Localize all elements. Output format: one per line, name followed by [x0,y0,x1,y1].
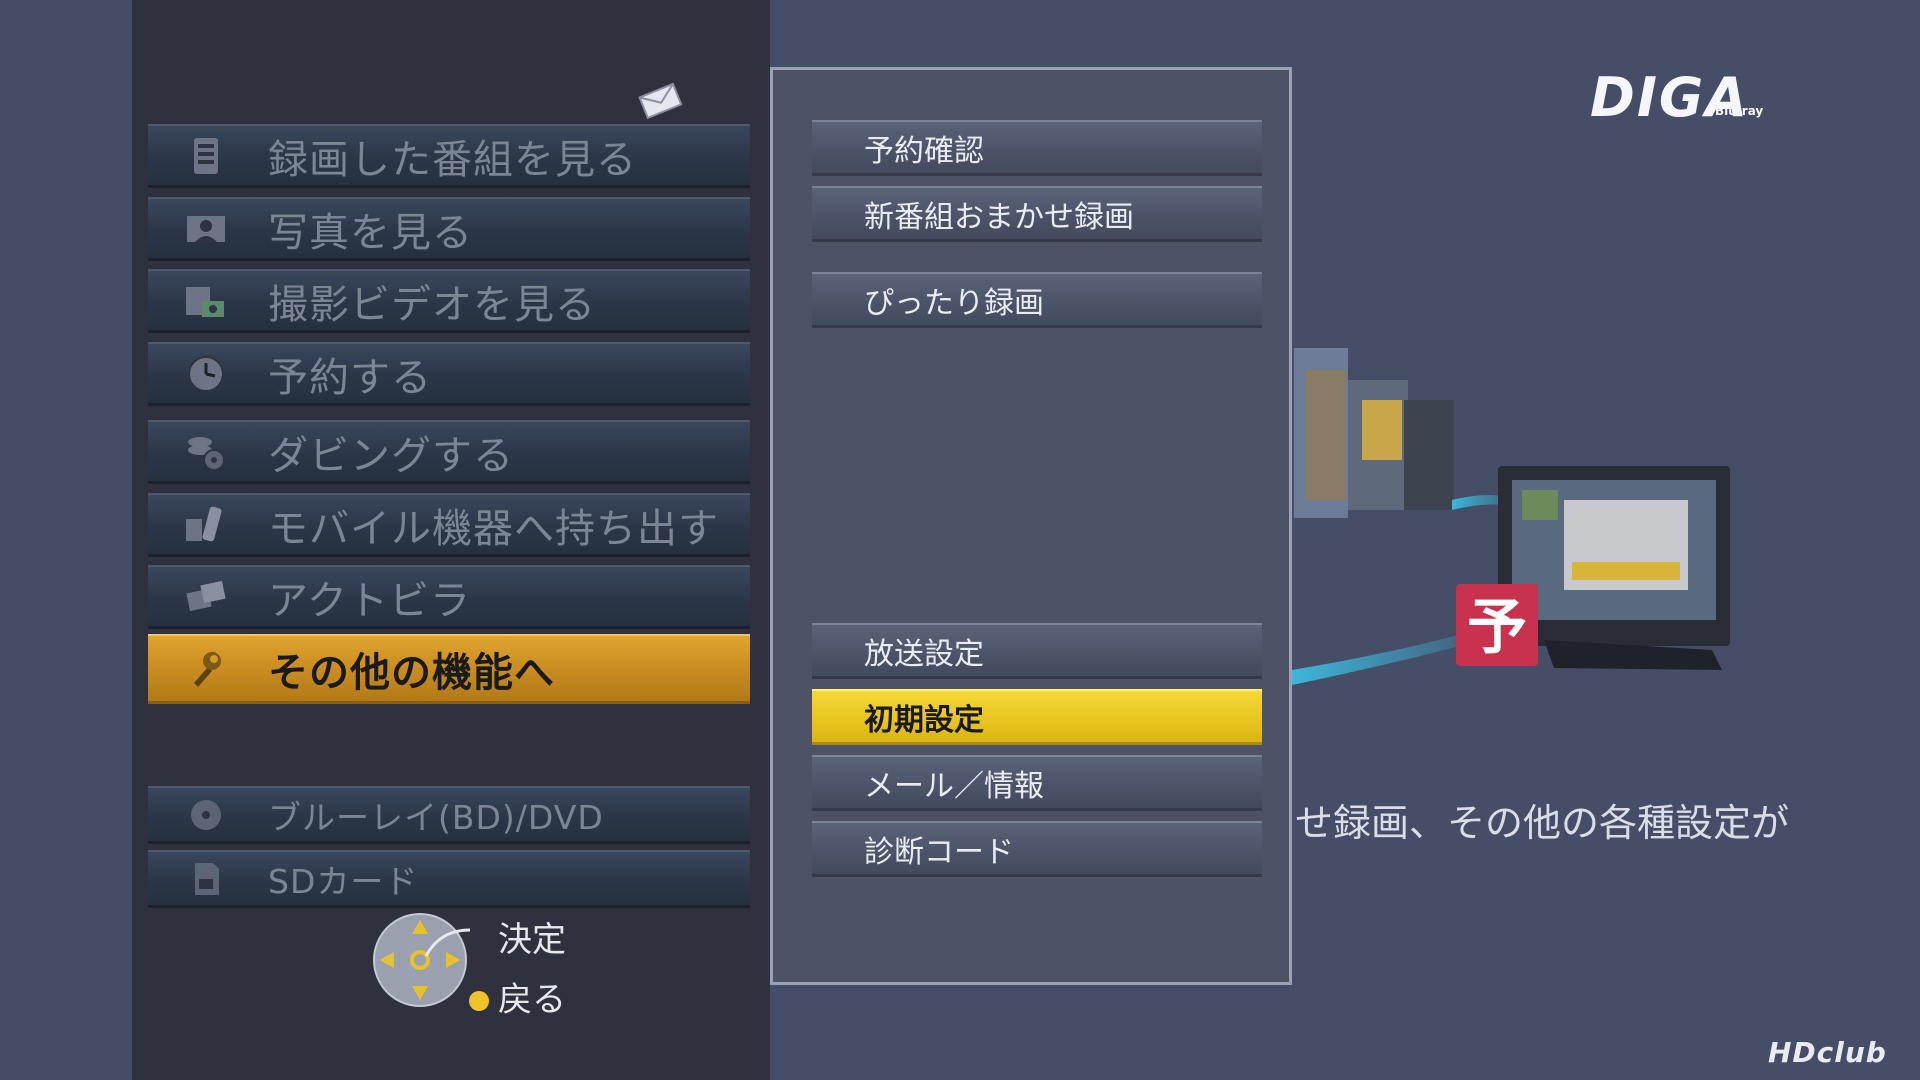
recording-icon [184,134,228,178]
dpad-icon [373,913,471,1007]
menu-item-actvila[interactable]: アクトビラ [148,565,750,629]
menu-item-label: 予約する [268,354,432,401]
menu-item-bd-dvd[interactable]: ブルーレイ(BD)/DVD [148,786,750,844]
menu-item-label: アクトビラ [268,577,471,624]
menu-item-label: SDカード [268,861,419,901]
feature-illustration: 予 [1292,340,1752,714]
menu-item-label: 撮影ビデオを見る [268,281,596,328]
menu-item-label: ダビングする [268,432,514,479]
video-camera-icon [184,279,228,323]
menu-item-label: 録画した番組を見る [268,136,637,183]
menu-item-recorded-programs[interactable]: 録画した番組を見る [148,124,750,188]
submenu-item-label: ぴったり録画 [864,285,1044,321]
menu-item-videos[interactable]: 撮影ビデオを見る [148,269,750,333]
submenu-item-new-program-auto-record[interactable]: 新番組おまかせ録画 [812,186,1262,242]
submenu-panel: 予約確認 新番組おまかせ録画 ぴったり録画 放送設定 初期設定 メール／情報 診… [770,67,1292,985]
submenu-item-mail-info[interactable]: メール／情報 [812,755,1262,811]
back-label: 戻る [498,980,566,1020]
description-text: せ録画、その他の各種設定が [1295,801,1790,845]
submenu-item-label: メール／情報 [864,768,1044,804]
submenu-item-label: 診断コード [864,834,1014,870]
menu-item-dubbing[interactable]: ダビングする [148,420,750,484]
sd-card-icon [184,857,228,901]
mail-notification-icon [636,80,684,124]
submenu-item-initial-settings[interactable]: 初期設定 [812,689,1262,745]
menu-item-mobile[interactable]: モバイル機器へ持ち出す [148,493,750,557]
disc-icon [184,793,228,837]
submenu-item-reservation-check[interactable]: 予約確認 [812,120,1262,176]
tools-icon [184,647,228,691]
menu-item-label: ブルーレイ(BD)/DVD [268,797,604,837]
submenu-item-label: 予約確認 [864,133,984,169]
menu-item-label: その他の機能へ [268,649,555,696]
menu-item-label: モバイル機器へ持ち出す [268,505,719,552]
menu-item-other-functions[interactable]: その他の機能へ [148,634,750,704]
clock-icon [184,352,228,396]
menu-item-label: 写真を見る [268,209,473,256]
submenu-item-diagnostic-code[interactable]: 診断コード [812,821,1262,877]
submenu-item-broadcast-settings[interactable]: 放送設定 [812,623,1262,679]
submenu-item-label: 新番組おまかせ録画 [864,199,1134,235]
enter-label: 決定 [498,920,566,960]
submenu-item-exact-record[interactable]: ぴったり録画 [812,272,1262,328]
menu-item-photos[interactable]: 写真を見る [148,197,750,261]
submenu-item-label: 放送設定 [864,636,984,672]
mobile-device-icon [184,503,228,547]
dubbing-icon [184,430,228,474]
blu-ray-logo-text: Blu-ray [1715,104,1764,118]
submenu-item-label: 初期設定 [864,702,984,738]
photo-icon [184,207,228,251]
left-background-band [0,0,132,1080]
actvila-icon [184,575,228,619]
watermark: HDclub [1768,1036,1887,1069]
remote-controls-guide: 決定 戻る [370,910,566,1024]
svg-text:予: 予 [1467,593,1527,663]
menu-item-schedule[interactable]: 予約する [148,342,750,406]
yellow-back-button-icon [469,991,489,1011]
menu-item-sd-card[interactable]: SDカード [148,850,750,908]
